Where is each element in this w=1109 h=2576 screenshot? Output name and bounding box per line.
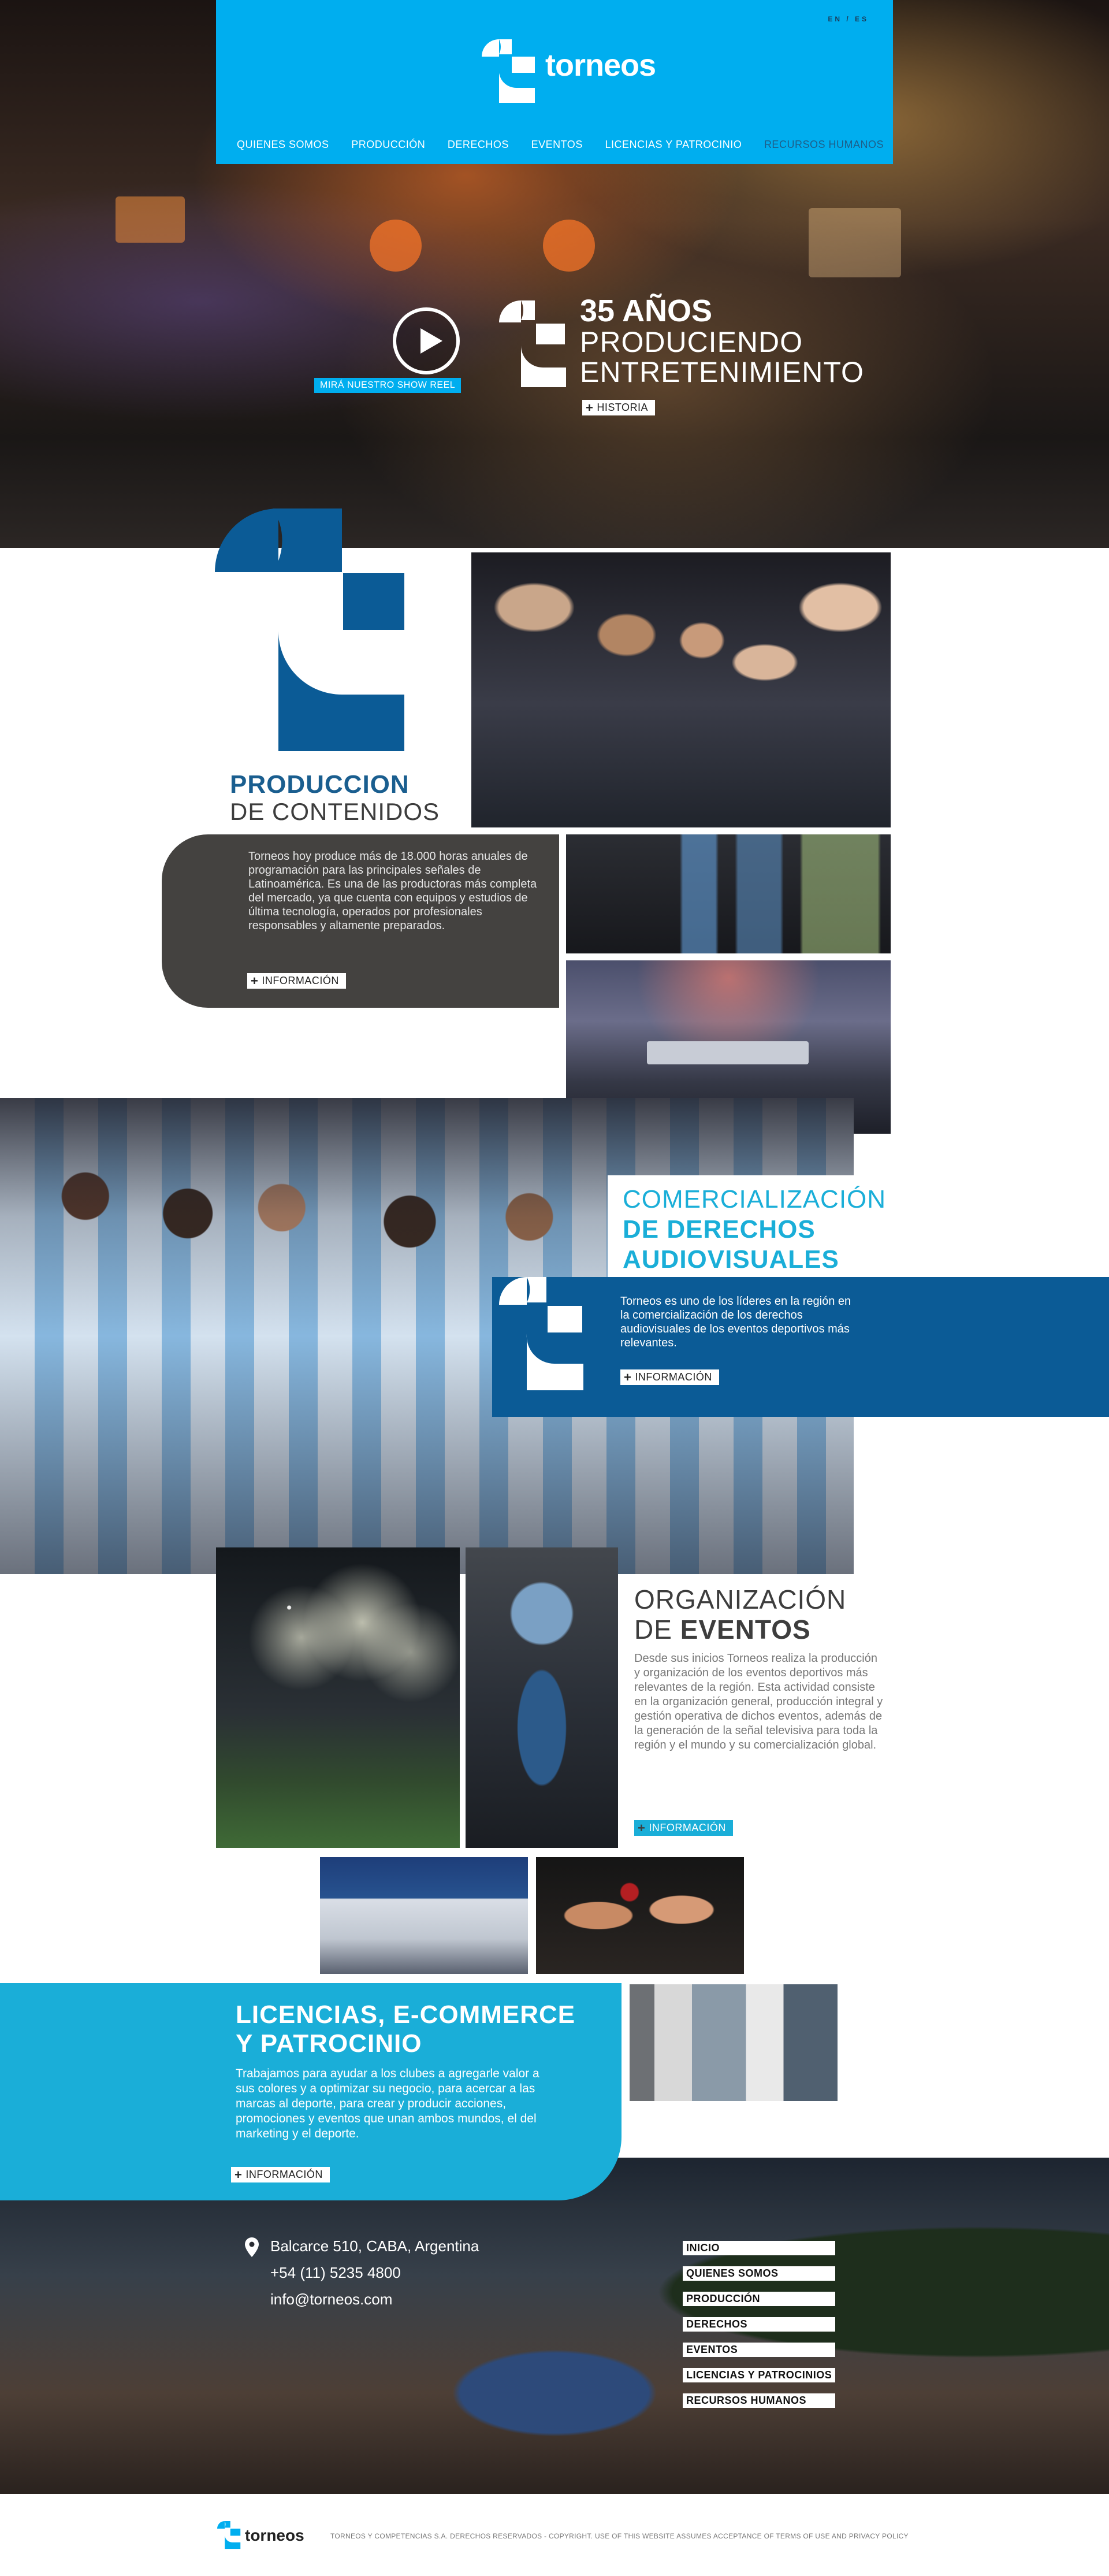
studio-screen [116,196,185,243]
footer-menu: INICIO QUIENES SOMOS PRODUCCIÓN DERECHOS… [683,2241,836,2408]
contact-info: Balcarce 510, CABA, Argentina +54 (11) 5… [244,2233,479,2313]
nav-eventos[interactable]: EVENTOS [531,139,583,151]
licencias-title: LICENCIAS, E-COMMERCE Y PATROCINIO [236,2000,575,2058]
produccion-info-label: INFORMACIÓN [262,975,339,986]
licencias-info-button[interactable]: + INFORMACIÓN [231,2167,330,2182]
torneos-mark-icon [215,508,404,751]
hosts-photo [471,552,891,827]
torneos-logo-icon [217,2521,241,2549]
copyright-text: TORNEOS Y COMPETENCIAS S.A. DERECHOS RES… [330,2532,909,2540]
store-photo [630,1984,838,2101]
comercializacion-title-line2: DE DERECHOS [623,1215,816,1244]
footer-link-produccion[interactable]: PRODUCCIÓN [683,2292,836,2306]
contact-phone[interactable]: +54 (11) 5235 4800 [244,2259,479,2286]
eventos-title-line1: ORGANIZACIÓN [634,1584,847,1614]
licencias-title-line2: Y PATROCINIO [236,2029,422,2058]
hero-section: EN / ES torneos QUIENES SOMOS PRODUCCIÓN… [0,0,1109,548]
produccion-title-line1: PRODUCCION [230,770,410,799]
plus-icon: + [251,973,259,988]
comercializacion-info-button[interactable]: + INFORMACIÓN [620,1369,719,1385]
studio-screen [543,220,595,272]
torneos-logo[interactable]: torneos [482,39,667,103]
eventos-info-button[interactable]: + INFORMACIÓN [634,1820,733,1836]
produccion-box: Torneos hoy produce más de 18.000 horas … [162,834,559,1008]
footer-link-eventos[interactable]: EVENTOS [683,2343,836,2357]
licencias-text: Trabajamos para ayudar a los clubes a ag… [236,2067,539,2140]
nav-quienes-somos[interactable]: QUIENES SOMOS [237,139,329,151]
studio-screen [370,220,422,272]
hero-title-line1: 35 AÑOS [580,294,713,328]
contact-section [0,2158,1109,2494]
peugeot-event-photo [320,1857,528,1974]
hero-title-line2: PRODUCIENDO [580,326,803,358]
nav-derechos[interactable]: DERECHOS [448,139,509,151]
plus-icon: + [235,2167,243,2182]
eventos-title-de: DE [634,1614,672,1645]
comercializacion-text: Torneos es uno de los líderes en la regi… [620,1295,851,1349]
eventos-title-bold: EVENTOS [680,1614,811,1645]
footer-link-quienes-somos[interactable]: QUIENES SOMOS [683,2266,836,2281]
comercializacion-title-box: COMERCIALIZACIÓN DE DERECHOS AUDIOVISUAL… [608,1175,1109,1277]
boxing-photo [536,1857,744,1974]
footer-link-derechos[interactable]: DERECHOS [683,2317,836,2332]
torneos-mark-icon [499,300,566,387]
produccion-text: Torneos hoy produce más de 18.000 horas … [248,850,537,932]
produccion-title-line2: DE CONTENIDOS [230,798,440,825]
footer-link-recursos-humanos[interactable]: RECURSOS HUMANOS [683,2393,836,2408]
comercializacion-box: Torneos es uno de los líderes en la regi… [492,1277,1109,1417]
torneos-footer-logo[interactable]: torneos [217,2521,304,2553]
trophy-photo [466,1547,618,1848]
footer-logo-wordmark: torneos [245,2526,304,2544]
eventos-title-line2: DE EVENTOS [634,1614,846,1645]
nav-recursos-humanos[interactable]: RECURSOS HUMANOS [764,139,884,151]
studio-screen [809,208,901,277]
torneos-logo-icon [482,39,535,103]
eventos-title: ORGANIZACIÓN DE EVENTOS [634,1584,846,1645]
plus-icon: + [624,1369,632,1384]
comercializacion-title-line3: AUDIOVISUALES [623,1245,839,1274]
play-icon[interactable] [393,307,460,374]
nav-produccion[interactable]: PRODUCCIÓN [351,139,425,151]
eventos-info-label: INFORMACIÓN [649,1822,726,1833]
produccion-info-button[interactable]: + INFORMACIÓN [247,973,346,989]
hero-title-line3: ENTRETENIMIENTO [580,356,864,388]
licencias-title-line1: LICENCIAS, E-COMMERCE [236,2000,576,2029]
contact-email[interactable]: info@torneos.com [244,2286,479,2313]
footer-link-inicio[interactable]: INICIO [683,2241,836,2255]
historia-button[interactable]: + HISTORIA [582,400,656,415]
torneos-mark-icon [499,1277,583,1390]
plus-icon: + [638,1820,646,1835]
stadium-photo [216,1547,460,1848]
main-nav: QUIENES SOMOS PRODUCCIÓN DERECHOS EVENTO… [237,139,884,151]
logo-wordmark: torneos [545,48,656,83]
produccion-title: PRODUCCION DE CONTENIDOS [230,771,440,825]
contact-address: Balcarce 510, CABA, Argentina [270,2237,479,2255]
control-room-photo [566,834,891,953]
language-switcher[interactable]: EN / ES [828,15,869,23]
licencias-box: LICENCIAS, E-COMMERCE Y PATROCINIO Traba… [0,1983,622,2200]
hero-title: 35 AÑOS PRODUCIENDO ENTRETENIMIENTO [580,295,864,387]
plus-icon: + [586,400,594,415]
eventos-text: Desde sus inicios Torneos realiza la pro… [634,1652,883,1751]
footer-link-licencias[interactable]: LICENCIAS Y PATROCINIOS [683,2368,836,2382]
licencias-info-label: INFORMACIÓN [245,2169,323,2180]
bottom-bar: torneos TORNEOS Y COMPETENCIAS S.A. DERE… [0,2494,1109,2576]
show-reel-link[interactable]: MIRÁ NUESTRO SHOW REEL [314,378,462,393]
site-header: EN / ES torneos QUIENES SOMOS PRODUCCIÓN… [216,0,893,164]
comercializacion-title: COMERCIALIZACIÓN DE DERECHOS AUDIOVISUAL… [623,1185,886,1275]
nav-licencias[interactable]: LICENCIAS Y PATROCINIO [605,139,742,151]
comercializacion-info-label: INFORMACIÓN [635,1371,712,1383]
historia-button-label: HISTORIA [597,402,649,413]
comercializacion-title-line1: COMERCIALIZACIÓN [623,1185,887,1213]
